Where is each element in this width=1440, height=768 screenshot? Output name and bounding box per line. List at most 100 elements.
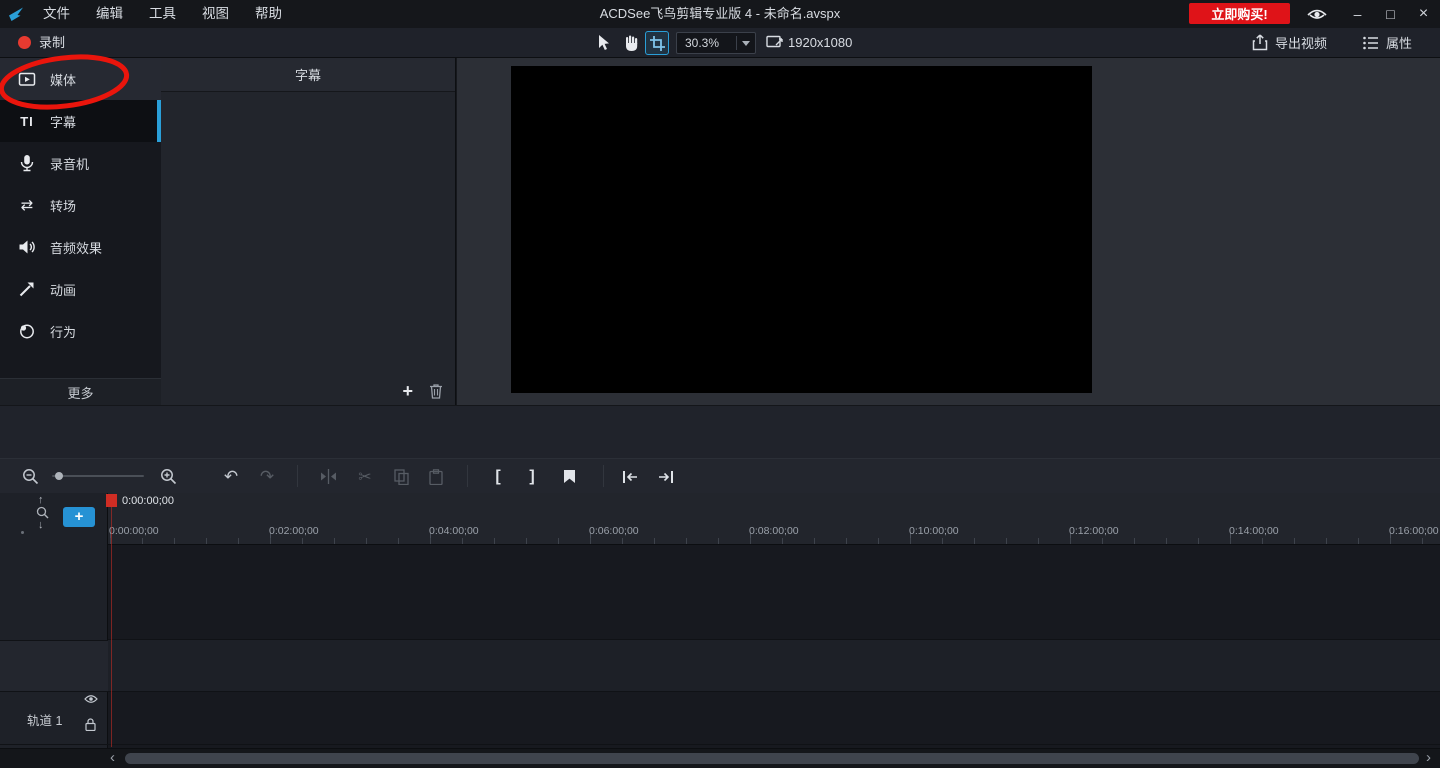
sidebar-item-media[interactable]: 媒体: [0, 58, 161, 100]
sidebar-item-label: 音频效果: [50, 238, 102, 257]
mark-in-button[interactable]: [: [487, 459, 509, 494]
panel-footer: +: [161, 376, 455, 405]
mark-out-button[interactable]: ]: [521, 459, 543, 494]
track-height-decrease-button[interactable]: ↓: [38, 520, 44, 531]
timeline-lane-middle[interactable]: [108, 640, 1440, 692]
add-marker-button[interactable]: [557, 459, 581, 494]
redo-button[interactable]: ↷: [255, 459, 279, 494]
copy-button[interactable]: [389, 459, 413, 494]
ruler-tick-label: 0:06:00;00: [589, 525, 639, 537]
sidebar-item-transitions[interactable]: ⇄ 转场: [0, 184, 161, 226]
menu-tools[interactable]: 工具: [136, 0, 189, 28]
animation-icon: [17, 280, 37, 298]
eye-icon: [84, 694, 98, 704]
close-button[interactable]: ×: [1407, 0, 1440, 28]
menu-view[interactable]: 视图: [189, 0, 242, 28]
timeline-lane-upper[interactable]: [108, 545, 1440, 640]
app-logo-icon: [9, 7, 24, 22]
sidebar-item-subtitle[interactable]: TI 字幕: [0, 100, 161, 142]
record-button[interactable]: 录制: [39, 28, 65, 57]
ruler-tick-label: 0:08:00;00: [749, 525, 799, 537]
ruler-tick-label: 0:00:00;00: [109, 525, 159, 537]
microphone-icon: [17, 154, 37, 172]
delete-subtitle-button[interactable]: [429, 383, 443, 399]
menu-edit[interactable]: 编辑: [83, 0, 136, 28]
crop-tool-button[interactable]: [645, 31, 669, 55]
gutter-dot: [21, 531, 24, 534]
record-icon[interactable]: [18, 36, 31, 49]
playhead-time-label: 0:00:00;00: [122, 495, 174, 507]
trash-icon: [429, 383, 443, 399]
track-zoom-icon[interactable]: [36, 506, 49, 519]
paste-icon: [429, 469, 443, 485]
sidebar-item-label: 行为: [50, 322, 76, 341]
jump-to-end-button[interactable]: [654, 459, 678, 494]
scroll-left-button[interactable]: ‹: [110, 749, 115, 768]
sidebar-item-behaviors[interactable]: 行为: [0, 310, 161, 352]
export-icon: [1252, 34, 1268, 51]
track-lock-toggle[interactable]: [85, 718, 96, 731]
scroll-right-button[interactable]: ›: [1426, 749, 1431, 768]
toolbar-separator: [467, 465, 468, 487]
sidebar: 媒体 TI 字幕 录音机 ⇄ 转场: [0, 58, 161, 405]
buy-now-button[interactable]: 立即购买!: [1189, 3, 1290, 24]
timeline-zoom-in-button[interactable]: [160, 459, 177, 494]
sidebar-more-button[interactable]: 更多: [0, 378, 161, 405]
lock-icon: [85, 718, 96, 731]
jump-to-start-button[interactable]: [618, 459, 642, 494]
add-track-button[interactable]: +: [63, 507, 95, 527]
minimize-button[interactable]: –: [1341, 0, 1374, 28]
track-height-increase-button[interactable]: ↑: [38, 495, 44, 506]
sidebar-item-label: 媒体: [50, 70, 76, 89]
toolbar-separator: [297, 465, 298, 487]
menu-file[interactable]: 文件: [30, 0, 83, 28]
split-icon: [320, 469, 337, 484]
timeline-zoom-slider[interactable]: [52, 475, 144, 477]
jump-end-icon: [658, 470, 674, 484]
track-visibility-toggle[interactable]: [84, 694, 98, 704]
resolution-icon[interactable]: [766, 35, 783, 51]
ruler-tick-label: 0:10:00;00: [909, 525, 959, 537]
select-tool-button[interactable]: [592, 31, 616, 55]
video-canvas[interactable]: [511, 66, 1092, 393]
timeline-gutter: ↑ ↓ + 轨道 1: [0, 493, 108, 748]
undo-button[interactable]: ↶: [219, 459, 243, 494]
subtitle-icon: TI: [17, 114, 37, 129]
titlebar: 文件 编辑 工具 视图 帮助 ACDSee飞鸟剪辑专业版 4 - 未命名.avs…: [0, 0, 1440, 28]
main-toolbar: 录制 30.3%: [0, 28, 1440, 58]
timeline-ruler[interactable]: 0:00:00;00 0:02:00;00 0:04:00;00 0:06:00…: [108, 493, 1440, 545]
speaker-icon: [17, 238, 37, 256]
zoom-out-icon: [22, 468, 39, 485]
timeline-horizontal-scrollbar: ‹ ›: [0, 748, 1440, 768]
marker-icon: [563, 469, 576, 484]
ruler-tick-label: 0:16:00;00: [1389, 525, 1439, 537]
paste-button[interactable]: [424, 459, 448, 494]
playhead-handle[interactable]: [106, 494, 117, 507]
zoom-level-select[interactable]: 30.3%: [676, 32, 756, 54]
sidebar-item-audio-effects[interactable]: 音频效果: [0, 226, 161, 268]
sidebar-item-recorder[interactable]: 录音机: [0, 142, 161, 184]
ruler-tick-label: 0:12:00;00: [1069, 525, 1119, 537]
timeline-zoom-slider-knob[interactable]: [55, 472, 63, 480]
sidebar-item-label: 录音机: [50, 154, 89, 173]
cut-button[interactable]: ✂: [353, 459, 377, 494]
playhead-line: [111, 507, 112, 747]
track-1-label: 轨道 1: [27, 710, 62, 729]
acdsee-eye-icon[interactable]: [1306, 5, 1328, 22]
toolbar-separator: [603, 465, 604, 487]
project-resolution: 1920x1080: [788, 28, 852, 57]
add-subtitle-button[interactable]: +: [402, 381, 413, 401]
timeline-track-1-lane[interactable]: [108, 692, 1440, 745]
scrollbar-thumb[interactable]: [125, 753, 1419, 764]
sidebar-item-animation[interactable]: 动画: [0, 268, 161, 310]
export-video-button[interactable]: 导出视频: [1252, 28, 1327, 57]
jump-start-icon: [622, 470, 638, 484]
menu-help[interactable]: 帮助: [242, 0, 295, 28]
properties-button[interactable]: 属性: [1363, 28, 1412, 57]
panel-header: 字幕: [161, 58, 455, 92]
split-clip-button[interactable]: [316, 459, 340, 494]
list-icon: [1363, 36, 1379, 50]
hand-tool-button[interactable]: [619, 31, 643, 55]
timeline-zoom-out-button[interactable]: [22, 459, 39, 494]
maximize-button[interactable]: □: [1374, 0, 1407, 28]
